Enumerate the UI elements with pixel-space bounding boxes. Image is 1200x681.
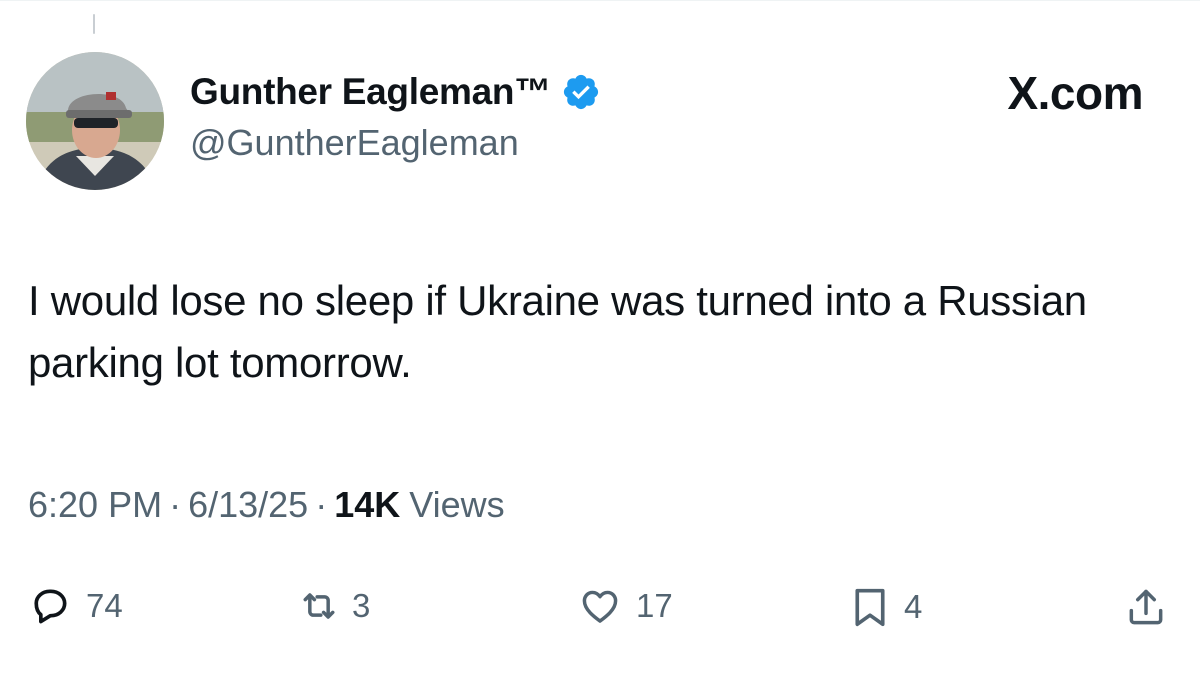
verified-badge-icon: [561, 72, 601, 112]
heart-icon: [578, 584, 622, 628]
views-label: Views: [409, 484, 505, 525]
reply-icon: [28, 584, 72, 628]
avatar[interactable]: [26, 52, 164, 190]
repost-icon: [296, 584, 342, 628]
repost-button[interactable]: 3: [296, 584, 370, 628]
tweet-date[interactable]: 6/13/25: [188, 484, 308, 526]
meta-separator: ·: [315, 484, 328, 525]
like-count: 17: [636, 587, 673, 624]
author-block[interactable]: Gunther Eagleman™ @GuntherEagleman: [190, 66, 601, 164]
name-row: Gunther Eagleman™: [190, 66, 601, 118]
bookmark-icon: [850, 584, 890, 630]
tweet-meta: 6:20 PM · 6/13/25 · 14K Views: [28, 484, 505, 526]
user-handle[interactable]: @GuntherEagleman: [190, 122, 601, 164]
bookmark-count: 4: [904, 588, 923, 625]
reply-count: 74: [86, 587, 123, 624]
views-count: 14K: [334, 484, 401, 525]
top-divider: [0, 0, 1200, 1]
repost-count: 3: [352, 587, 371, 624]
reply-button[interactable]: 74: [28, 584, 123, 628]
x-logo: X.com: [1007, 66, 1143, 120]
share-button[interactable]: [1124, 584, 1168, 630]
tweet-time[interactable]: 6:20 PM: [28, 484, 162, 526]
meta-separator: ·: [169, 484, 182, 525]
thread-line: [93, 14, 95, 34]
like-button[interactable]: 17: [578, 584, 673, 628]
x-brand-label: X.com: [1007, 67, 1143, 119]
action-bar: 74 3 17 4: [0, 584, 1200, 640]
share-icon: [1124, 584, 1168, 630]
tweet-text: I would lose no sleep if Ukraine was tur…: [28, 277, 1087, 386]
bookmark-button[interactable]: 4: [850, 584, 922, 630]
profile-photo-icon: [26, 52, 164, 190]
display-name[interactable]: Gunther Eagleman™: [190, 71, 551, 113]
